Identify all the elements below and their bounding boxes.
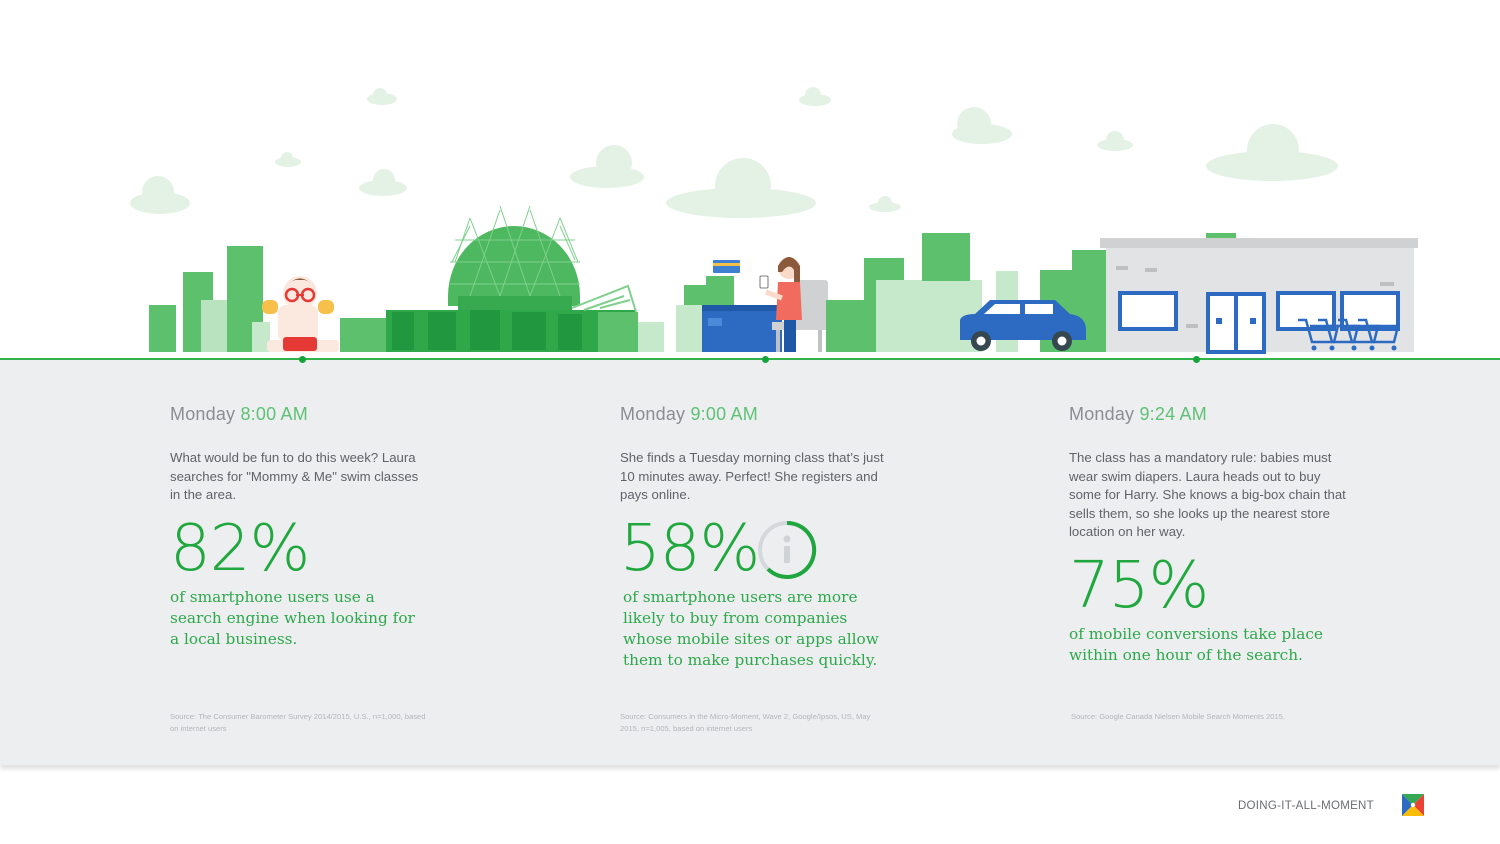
clouds	[130, 87, 1338, 218]
moment-day: Monday	[620, 404, 686, 424]
moment-description: She finds a Tuesday morning class that’s…	[620, 450, 884, 502]
moment-column: Monday 9:24 AM The class has a mandatory…	[1069, 404, 1359, 666]
cloud	[130, 176, 190, 214]
buildings-left	[149, 246, 270, 352]
baby-figure	[262, 276, 339, 352]
moment-description: What would be fun to do this week? Laura…	[170, 450, 419, 502]
moment-source: Source: Google Canada Nielsen Mobile Sea…	[1071, 712, 1286, 721]
moment-stat-description: of smartphone users are more likely to b…	[623, 587, 879, 669]
cloud	[952, 107, 1012, 144]
moment-day: Monday	[170, 404, 236, 424]
moment-time: Monday 8:00 AM	[170, 404, 460, 425]
cloud	[367, 88, 397, 105]
woman-at-desk	[676, 257, 828, 352]
timeline-line	[0, 358, 1500, 360]
moment-time: Monday 9:00 AM	[620, 404, 910, 425]
moment-stat: 75%	[1069, 548, 1209, 623]
moment-description: The class has a mandatory rule: babies m…	[1069, 450, 1346, 539]
cloud	[799, 87, 831, 106]
moment-clock: 9:00 AM	[690, 404, 758, 424]
moment-stat-description: of mobile conversions take place within …	[1069, 624, 1323, 664]
timeline-dot	[1193, 356, 1200, 363]
timeline-dot	[762, 356, 769, 363]
moment-column: Monday 8:00 AM What would be fun to do t…	[170, 404, 460, 650]
cloud	[869, 196, 901, 212]
footer-label: DOING-IT-ALL-MOMENT	[1237, 800, 1374, 812]
cloud	[666, 158, 816, 218]
store-building	[1100, 233, 1418, 354]
city-illustration	[130, 87, 1418, 354]
timeline-dot	[299, 356, 306, 363]
moment-clock: 8:00 AM	[240, 404, 308, 424]
dome-building	[340, 205, 664, 352]
info-icon	[758, 520, 817, 579]
moment-stat: 82%	[170, 511, 310, 586]
cloud	[1097, 131, 1133, 151]
moment-source: Source: Consumers in the Micro-Moment, W…	[620, 712, 871, 733]
cloud	[359, 169, 407, 196]
moment-time: Monday 9:24 AM	[1069, 404, 1359, 425]
brand-logo-icon	[1402, 794, 1424, 816]
moment-day: Monday	[1069, 404, 1135, 424]
moment-stat-description: of smartphone users use a search engine …	[170, 587, 415, 648]
cloud	[1206, 124, 1338, 181]
moment-source: Source: The Consumer Barometer Survey 20…	[170, 712, 426, 733]
cloud	[570, 145, 644, 188]
cloud	[275, 152, 301, 167]
moment-clock: 9:24 AM	[1139, 404, 1207, 424]
